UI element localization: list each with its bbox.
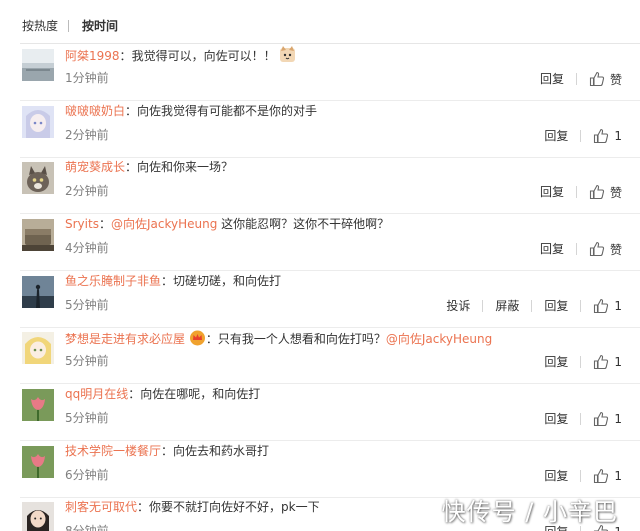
avatar[interactable]	[22, 502, 54, 531]
thumbs-up-icon	[594, 411, 609, 427]
comment-actions: 回复 1	[544, 128, 622, 144]
like-label: 赞	[609, 242, 622, 257]
timestamp: 5分钟前	[65, 411, 109, 425]
avatar[interactable]	[22, 162, 54, 194]
mention-link[interactable]: @向佐JackyHeung	[111, 217, 217, 231]
comment-text: 这你能忍啊？这你不干碎他啊？	[217, 217, 390, 231]
comment-actions: 回复 1	[544, 354, 622, 370]
watermark-text: 快传号 / 小辛巴	[441, 498, 618, 526]
avatar[interactable]	[22, 106, 54, 138]
avatar[interactable]	[22, 389, 54, 421]
comment-actions: 投诉 屏蔽 回复 1	[446, 298, 622, 314]
like-button[interactable]: 1	[593, 411, 622, 427]
username-link[interactable]: 刺客无可取代	[65, 500, 137, 514]
cat-emoji-icon	[279, 46, 296, 63]
comment-text: 向佐我觉得有可能都不是你的对手	[137, 104, 318, 118]
reply-button[interactable]: 回复	[540, 71, 564, 87]
comment-item: qq明月在线：向佐在哪呢，和向佐打 5分钟前 回复 1	[0, 384, 640, 441]
username-link[interactable]: qq明月在线	[65, 387, 128, 401]
like-button[interactable]: 赞	[589, 184, 622, 201]
thumbs-up-icon	[594, 354, 609, 370]
comment-actions: 回复 赞	[540, 184, 622, 200]
like-count: 1	[614, 129, 622, 143]
like-button[interactable]: 赞	[589, 241, 622, 258]
comment-actions: 回复 1	[544, 411, 622, 427]
like-button[interactable]: 1	[593, 468, 622, 484]
crown-badge-icon	[189, 329, 206, 346]
username-link[interactable]: 啵啵啵奶白	[65, 104, 125, 118]
sort-bar: 按热度 按时间	[0, 0, 640, 44]
thumbs-up-icon	[589, 184, 605, 200]
report-button[interactable]: 投诉	[446, 298, 470, 314]
reply-button[interactable]: 回复	[544, 411, 568, 427]
comment-item: Sryits：@向佐JackyHeung 这你能忍啊？这你不干碎他啊？ 4分钟前…	[0, 214, 640, 271]
timestamp: 8分钟前	[65, 524, 109, 531]
thumbs-up-icon	[594, 298, 609, 314]
timestamp: 6分钟前	[65, 468, 109, 482]
avatar[interactable]	[22, 219, 54, 251]
avatar[interactable]	[22, 446, 54, 478]
username-link[interactable]: 阿桀1998	[65, 49, 120, 63]
comment-text: 只有我一个人想看和向佐打吗？	[217, 332, 386, 346]
timestamp: 2分钟前	[65, 184, 109, 198]
comment-text: 切磋切磋，和向佐打	[173, 274, 282, 288]
timestamp: 1分钟前	[65, 71, 109, 85]
comment-actions: 回复 赞	[540, 241, 622, 257]
reply-button[interactable]: 回复	[544, 128, 568, 144]
comment-text: 你要不就打向佐好不好，pk一下	[149, 500, 320, 514]
comment-item: 阿桀1998：我觉得可以，向佐可以！！ 1分钟前 回复 赞	[0, 44, 640, 101]
like-count: 1	[614, 299, 622, 313]
block-button[interactable]: 屏蔽	[495, 298, 519, 314]
avatar[interactable]	[22, 276, 54, 308]
comment-item: 啵啵啵奶白：向佐我觉得有可能都不是你的对手 2分钟前 回复 1	[0, 101, 640, 158]
sort-by-hot-tab[interactable]: 按热度	[22, 18, 58, 34]
reply-button[interactable]: 回复	[540, 184, 564, 200]
comment-text: 向佐去和药水哥打	[173, 444, 270, 458]
timestamp: 2分钟前	[65, 128, 109, 142]
timestamp: 5分钟前	[65, 298, 109, 312]
comment-text: 向佐和你来一场？	[137, 160, 234, 174]
timestamp: 5分钟前	[65, 354, 109, 368]
like-button[interactable]: 1	[593, 298, 622, 314]
like-button[interactable]: 1	[593, 354, 622, 370]
comment-actions: 回复 赞	[540, 71, 622, 87]
reply-button[interactable]: 回复	[544, 298, 568, 314]
thumbs-up-icon	[589, 71, 605, 87]
thumbs-up-icon	[594, 128, 609, 144]
comment-actions: 回复 1	[544, 468, 622, 484]
mention-link[interactable]: @向佐JackyHeung	[386, 332, 492, 346]
avatar[interactable]	[22, 49, 54, 81]
comment-item: 梦想是走进有求必应屋 ：只有我一个人想看和向佐打吗？@向佐JackyHeung …	[0, 327, 640, 384]
sort-separator	[68, 20, 69, 32]
username-link[interactable]: 萌宠葵成长	[65, 160, 125, 174]
timestamp: 4分钟前	[65, 241, 109, 255]
like-label: 赞	[609, 185, 622, 200]
thumbs-up-icon	[589, 241, 605, 257]
like-button[interactable]: 赞	[589, 71, 622, 88]
username-link[interactable]: 梦想是走进有求必应屋	[65, 332, 185, 346]
reply-button[interactable]: 回复	[544, 468, 568, 484]
like-count: 1	[614, 469, 622, 483]
sort-by-time-tab[interactable]: 按时间	[82, 18, 118, 34]
reply-button[interactable]: 回复	[540, 241, 564, 257]
like-label: 赞	[609, 72, 622, 87]
comment-text: 我觉得可以，向佐可以！！	[131, 49, 276, 63]
reply-button[interactable]: 回复	[544, 354, 568, 370]
like-count: 1	[614, 412, 622, 426]
username-link[interactable]: 鱼之乐腌制子非鱼	[65, 274, 161, 288]
comment-text: 向佐在哪呢，和向佐打	[140, 387, 261, 401]
avatar[interactable]	[22, 332, 54, 364]
username-link[interactable]: Sryits	[65, 217, 99, 231]
username-link[interactable]: 技术学院一楼餐厅	[65, 444, 161, 458]
like-count: 1	[614, 355, 622, 369]
thumbs-up-icon	[594, 468, 609, 484]
comment-item: 萌宠葵成长：向佐和你来一场？ 2分钟前 回复 赞	[0, 157, 640, 214]
like-button[interactable]: 1	[593, 128, 622, 144]
comment-item: 鱼之乐腌制子非鱼：切磋切磋，和向佐打 5分钟前 投诉 屏蔽 回复 1	[0, 271, 640, 328]
comment-item: 技术学院一楼餐厅：向佐去和药水哥打 6分钟前 回复 1	[0, 441, 640, 498]
